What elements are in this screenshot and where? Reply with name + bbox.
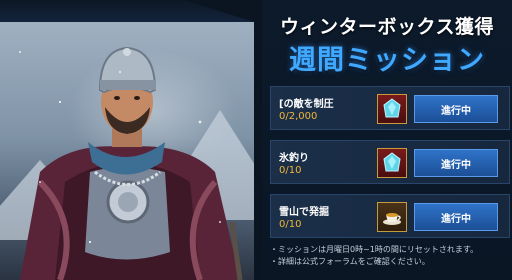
mission-progress: 0/2,000 [279, 111, 318, 122]
mission-progress: 0/10 [279, 219, 302, 230]
snowfall-effect [0, 22, 254, 280]
footnote-reset: ・ミッションは月曜日0時~1時の間にリセットされます。 [270, 245, 479, 254]
mission-status-button[interactable]: 進行中 [414, 203, 498, 231]
art-top-bar [0, 0, 254, 22]
mission-list: [の敵を制圧 0/2,000 進行中 氷釣り 0/10 進行中 雪山で発掘 0/… [270, 86, 510, 248]
mission-name: 雪山で発掘 [279, 207, 329, 218]
mission-row: 雪山で発掘 0/10 進行中 [270, 194, 510, 238]
reward-slot[interactable] [377, 148, 407, 178]
reward-slot[interactable] [377, 94, 407, 124]
footnote-forum: ・詳細は公式フォーラムをご確認ください。 [270, 257, 430, 266]
reward-slot[interactable] [377, 202, 407, 232]
ice-crystal-icon [383, 152, 401, 172]
ice-crystal-icon [383, 98, 401, 118]
footnotes: ・ミッションは月曜日0時~1時の間にリセットされます。 ・詳細は公式フォーラムを… [270, 244, 510, 268]
event-banner: ウィンターボックス獲得 週間ミッション [の敵を制圧 0/2,000 進行中 氷… [0, 0, 512, 280]
mission-name: 氷釣り [279, 153, 309, 164]
mission-row: 氷釣り 0/10 進行中 [270, 140, 510, 184]
character-artwork [0, 22, 254, 280]
mission-row: [の敵を制圧 0/2,000 進行中 [270, 86, 510, 130]
mission-panel: ウィンターボックス獲得 週間ミッション [の敵を制圧 0/2,000 進行中 氷… [262, 0, 512, 280]
tea-cup-icon [383, 213, 401, 225]
mission-status-button[interactable]: 進行中 [414, 149, 498, 177]
event-subtitle: 週間ミッション [289, 45, 485, 76]
mission-status-button[interactable]: 進行中 [414, 95, 498, 123]
event-title: ウィンターボックス獲得 [280, 16, 494, 38]
mission-name: [の敵を制圧 [279, 99, 334, 110]
mission-progress: 0/10 [279, 165, 302, 176]
